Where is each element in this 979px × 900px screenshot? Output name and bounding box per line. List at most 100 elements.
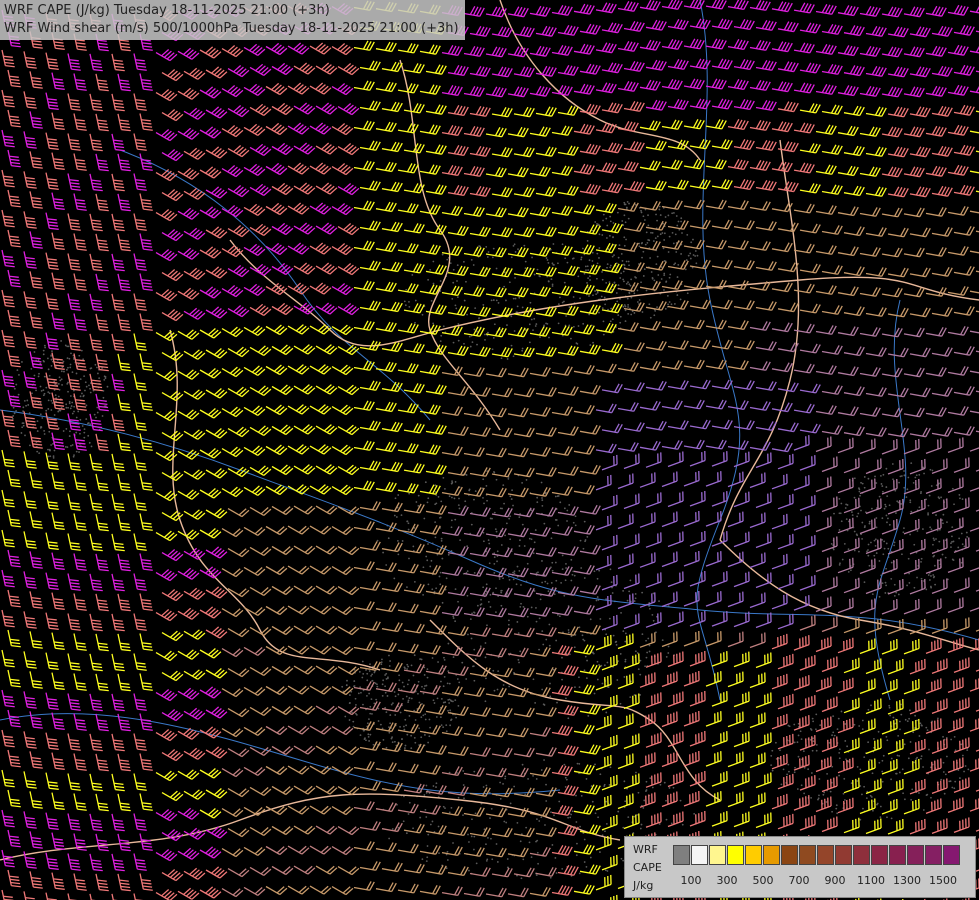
terrain-dot	[65, 368, 68, 371]
terrain-dot	[535, 323, 538, 325]
terrain-dot	[623, 280, 625, 283]
terrain-dot	[87, 422, 90, 424]
terrain-dot	[673, 303, 676, 305]
terrain-dot	[543, 759, 545, 761]
terrain-dot	[454, 699, 457, 702]
terrain-dot	[566, 509, 569, 512]
terrain-dot	[583, 520, 586, 523]
terrain-dot	[602, 333, 605, 336]
cape-title: WRF CAPE (J/kg) Tuesday 18-11-2025 21:00…	[4, 3, 330, 18]
terrain-dot	[403, 685, 405, 688]
terrain-dot	[907, 557, 910, 560]
terrain-dot	[894, 489, 897, 492]
terrain-dot	[516, 621, 519, 623]
terrain-dot	[671, 212, 674, 215]
terrain-dot	[372, 743, 375, 746]
terrain-dot	[643, 219, 646, 221]
terrain-dot	[951, 487, 954, 490]
terrain-dot	[838, 529, 841, 531]
terrain-dot	[402, 820, 405, 823]
terrain-dot	[510, 498, 513, 500]
terrain-dot	[667, 303, 669, 306]
terrain-dot	[412, 545, 415, 548]
terrain-dot	[583, 838, 586, 841]
terrain-dot	[658, 823, 661, 825]
terrain-dot	[514, 297, 517, 300]
terrain-dot	[661, 639, 664, 642]
terrain-dot	[604, 869, 607, 872]
terrain-dot	[954, 749, 957, 752]
terrain-dot	[596, 252, 599, 255]
terrain-dot	[656, 255, 659, 258]
terrain-dot	[557, 495, 560, 497]
terrain-dot	[388, 665, 391, 667]
terrain-dot	[567, 629, 570, 631]
terrain-dot	[610, 307, 612, 310]
terrain-dot	[354, 712, 357, 715]
terrain-dot	[916, 530, 919, 532]
terrain-dot	[645, 639, 647, 642]
terrain-dot	[412, 674, 415, 677]
terrain-dot	[42, 353, 45, 356]
terrain-dot	[348, 719, 351, 721]
terrain-dot	[840, 710, 843, 713]
terrain-dot	[851, 511, 853, 513]
terrain-dot	[65, 403, 68, 406]
terrain-dot	[958, 537, 961, 540]
terrain-dot	[870, 796, 873, 798]
terrain-dot	[387, 537, 390, 540]
terrain-dot	[620, 272, 623, 275]
terrain-dot	[417, 692, 419, 695]
terrain-dot	[521, 763, 524, 766]
terrain-dot	[886, 816, 888, 819]
terrain-dot	[912, 731, 915, 734]
terrain-dot	[422, 692, 425, 695]
terrain-dot	[376, 685, 379, 688]
terrain-dot	[679, 799, 682, 802]
terrain-dot	[836, 812, 839, 815]
terrain-dot	[918, 506, 921, 509]
terrain-dot	[485, 484, 488, 487]
terrain-dot	[391, 828, 394, 830]
legend-swatch	[817, 845, 834, 865]
terrain-dot	[440, 697, 443, 700]
terrain-dot	[518, 570, 521, 572]
terrain-dot	[427, 543, 429, 545]
terrain-dot	[932, 574, 935, 576]
terrain-dot	[623, 780, 626, 783]
terrain-dot	[651, 232, 654, 234]
terrain-dot	[398, 674, 401, 677]
terrain-dot	[456, 678, 459, 680]
terrain-dot	[389, 722, 392, 725]
terrain-dot	[810, 796, 813, 799]
terrain-dot	[960, 532, 963, 535]
terrain-dot	[919, 722, 922, 725]
terrain-dot	[832, 715, 835, 717]
terrain-dot	[918, 792, 920, 794]
terrain-dot	[649, 257, 652, 259]
terrain-dot	[910, 798, 913, 801]
terrain-dot	[42, 394, 45, 397]
terrain-dot	[692, 238, 694, 241]
terrain-dot	[448, 682, 451, 685]
terrain-dot	[843, 542, 846, 545]
legend-swatch	[691, 845, 708, 865]
legend-swatch	[763, 845, 780, 865]
terrain-dot	[518, 296, 521, 299]
terrain-dot	[508, 685, 511, 688]
terrain-dot	[622, 278, 625, 281]
terrain-dot	[453, 497, 456, 500]
terrain-dot	[48, 392, 51, 395]
map-title-box: WRF CAPE (J/kg) Tuesday 18-11-2025 21:00…	[0, 0, 465, 40]
terrain-dot	[97, 372, 99, 375]
terrain-dot	[408, 715, 411, 717]
terrain-dot	[861, 793, 863, 796]
terrain-dot	[689, 252, 692, 255]
terrain-dot	[571, 573, 574, 576]
terrain-dot	[472, 848, 475, 851]
terrain-dot	[495, 299, 498, 302]
terrain-dot	[580, 794, 583, 797]
terrain-dot	[692, 254, 695, 256]
legend-tick-label: 700	[788, 874, 810, 887]
terrain-dot	[493, 556, 496, 559]
